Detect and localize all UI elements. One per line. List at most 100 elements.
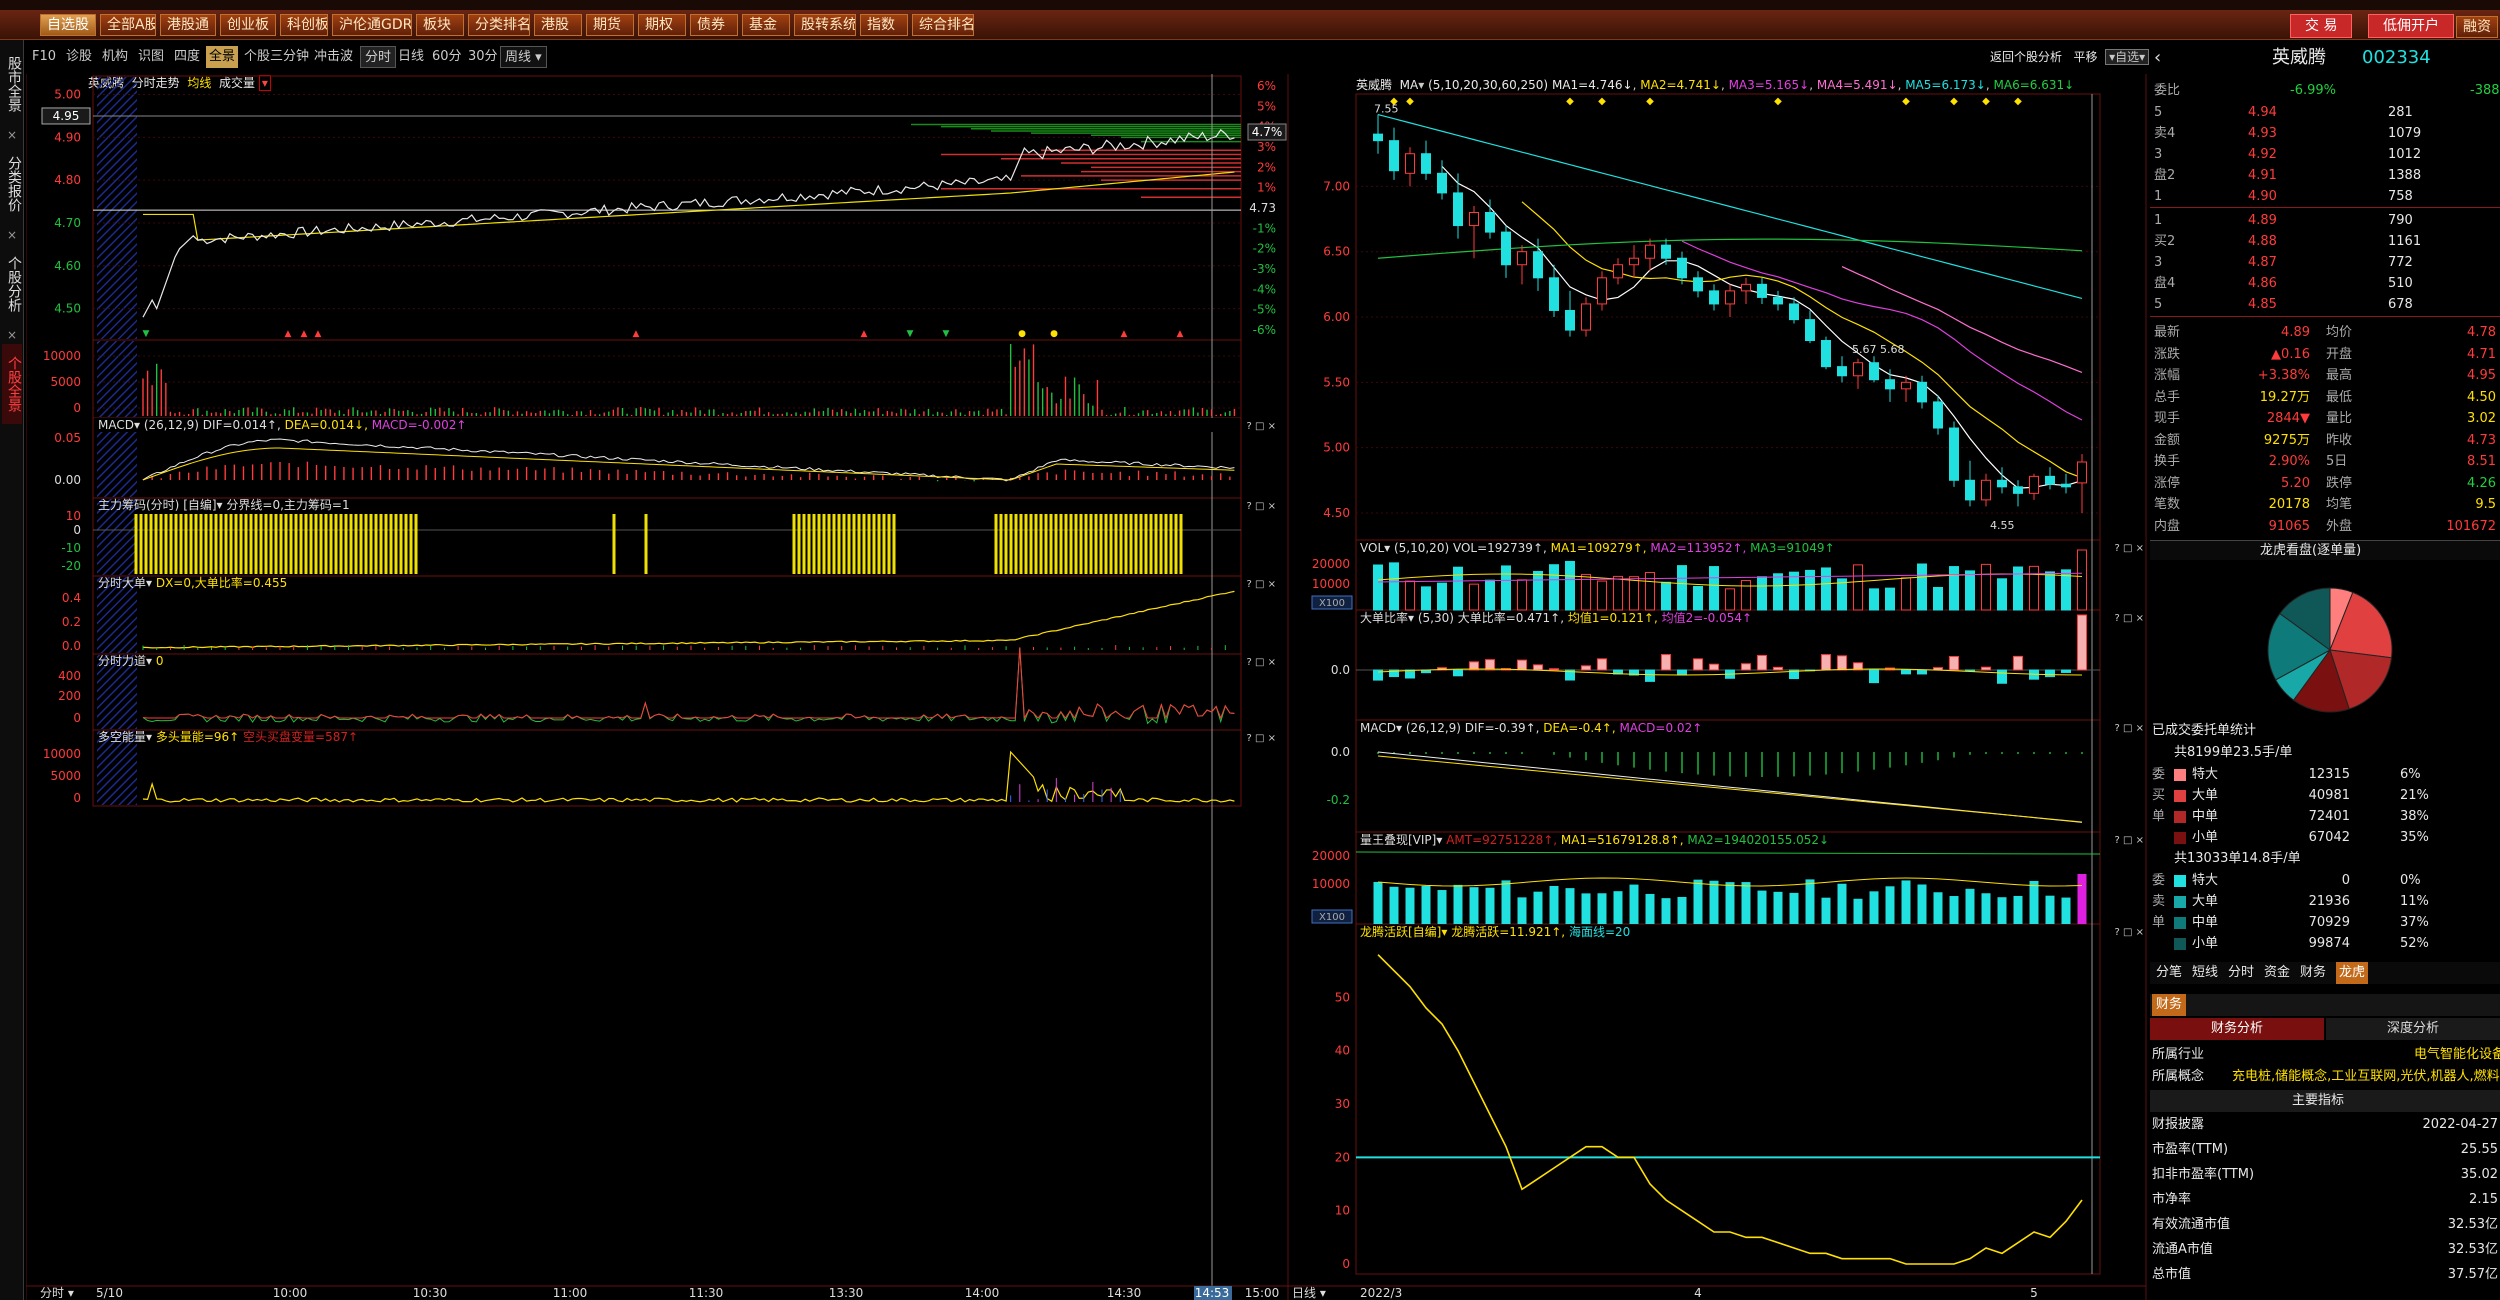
vol-bar bbox=[1789, 571, 1799, 611]
ddbl-bar bbox=[1533, 664, 1543, 671]
tab-diagnose[interactable]: 诊股 bbox=[66, 46, 92, 68]
close-icon[interactable]: × bbox=[5, 128, 19, 142]
vol-bar bbox=[1837, 578, 1847, 611]
toolbar-11[interactable]: 债券 bbox=[690, 14, 738, 36]
watchlist-dropdown[interactable]: ▾自选▾ bbox=[2105, 49, 2150, 65]
back-arrow-icon[interactable]: ‹ bbox=[2154, 46, 2161, 70]
deal-percent: 52% bbox=[2400, 936, 2429, 951]
vol-bar bbox=[1949, 566, 1959, 611]
stat-value: 4.26 bbox=[2467, 475, 2496, 491]
signal-diamond: ◆ bbox=[1406, 96, 1414, 107]
close-icon[interactable]: × bbox=[5, 328, 19, 342]
vol-title-part: MA1=109279↑, bbox=[1551, 541, 1651, 555]
toolbar-2[interactable]: 港股通 bbox=[160, 14, 216, 36]
cur-pct-label: 4.7% bbox=[1252, 125, 1283, 139]
period-weekly[interactable]: 周线 ▾ bbox=[500, 46, 547, 68]
sell-volume: 1079 bbox=[2388, 126, 2422, 141]
toolbar-15[interactable]: 综合排名 bbox=[912, 14, 974, 36]
lwjx-bar bbox=[1581, 893, 1591, 924]
toolbar-8[interactable]: 港股 bbox=[534, 14, 582, 36]
back-button[interactable]: 返回个股分析 bbox=[1990, 50, 2062, 64]
deal-color-swatch bbox=[2174, 938, 2186, 950]
candle-body bbox=[1757, 283, 1767, 298]
sub-tab-1[interactable]: 短线 bbox=[2192, 962, 2218, 984]
tab-finance-analysis[interactable]: 财务分析 bbox=[2150, 1018, 2324, 1040]
sidebar-tab-class[interactable]: 分类报价 bbox=[2, 144, 22, 224]
tab-institution[interactable]: 机构 bbox=[102, 46, 128, 68]
vol-bar bbox=[1933, 586, 1943, 611]
daily-right-title: 返回个股分析 平移 ▾自选▾ bbox=[1990, 48, 2150, 66]
tab-f10[interactable]: F10 bbox=[32, 46, 56, 68]
toolbar-9[interactable]: 期货 bbox=[586, 14, 634, 36]
tab-three-minutes[interactable]: 个股三分钟 bbox=[244, 46, 309, 68]
lwjx-bar bbox=[1389, 886, 1399, 924]
toolbar-7[interactable]: 分类排名 bbox=[468, 14, 530, 36]
deal-percent: 11% bbox=[2400, 894, 2429, 909]
period-daily[interactable]: 日线 bbox=[398, 46, 424, 68]
period-intraday[interactable]: 分时 bbox=[360, 46, 397, 68]
key-indicator-label: 流通A市值 bbox=[2152, 1242, 2213, 1257]
sidebar-tab-stock-analysis[interactable]: 个股分析 bbox=[2, 244, 22, 324]
sub-tab-2[interactable]: 分时 bbox=[2228, 962, 2254, 984]
toolbar-12[interactable]: 基金 bbox=[742, 14, 790, 36]
toolbar-5[interactable]: 沪伦通GDR bbox=[332, 14, 412, 36]
pct-tick: 4.73 bbox=[1249, 201, 1276, 215]
deal-color-swatch bbox=[2174, 811, 2186, 823]
toolbar-10[interactable]: 期权 bbox=[638, 14, 686, 36]
sub-tab-5[interactable]: 龙虎 bbox=[2336, 962, 2369, 984]
signal-mark: ▼ bbox=[943, 329, 950, 339]
toolbar-14[interactable]: 指数 bbox=[860, 14, 908, 36]
panel-controls: ? □ × bbox=[2115, 543, 2145, 554]
margin-button[interactable]: 融资 bbox=[2456, 16, 2498, 38]
lwjx-tick: 20000 bbox=[1312, 849, 1350, 863]
daily-chart[interactable]: 7.006.506.005.505.004.50◆ ◆ ◆ ◆ ◆ ◆ ◆ ◆ ◆ ◆7.555.… bbox=[1290, 74, 2150, 1300]
stat-value: 9.5 bbox=[2475, 497, 2496, 512]
candle-body bbox=[1453, 192, 1463, 227]
toolbar-0[interactable]: 自选股 bbox=[40, 14, 96, 36]
tab-deep-analysis[interactable]: 深度分析 bbox=[2326, 1018, 2500, 1040]
fsld-title-part: 0 bbox=[156, 654, 164, 668]
tab-four-degrees[interactable]: 四度 bbox=[174, 46, 200, 68]
deal-title: 已成交委托单统计 bbox=[2152, 723, 2257, 738]
ddbl-bar bbox=[1741, 663, 1751, 671]
candle-body bbox=[1629, 257, 1639, 266]
candle-body bbox=[1725, 290, 1735, 305]
stat-value: 4.95 bbox=[2467, 368, 2496, 383]
vol-bar bbox=[1437, 582, 1447, 611]
deal-color-swatch bbox=[2174, 832, 2186, 844]
tab-panorama[interactable]: 全景 bbox=[206, 46, 239, 68]
stat-value: 4.71 bbox=[2467, 346, 2496, 362]
tab-impact[interactable]: 冲击波 bbox=[314, 46, 353, 68]
toolbar-4[interactable]: 科创板 bbox=[280, 14, 328, 36]
lwjx-title-part: MA1=51679128.8↑, bbox=[1561, 833, 1687, 847]
lwjx-bar bbox=[1917, 884, 1927, 924]
lwjx-bar bbox=[1757, 890, 1767, 924]
tab-chart-recognize[interactable]: 识图 bbox=[138, 46, 164, 68]
toolbar-3[interactable]: 创业板 bbox=[220, 14, 276, 36]
sub-tab-4[interactable]: 财务 bbox=[2300, 962, 2326, 984]
left-sidebar: 股市全景 × 分类报价 × 个股分析 × 个股全景 bbox=[0, 40, 24, 1300]
period-60min[interactable]: 60分 bbox=[432, 46, 462, 68]
sub-tab-3[interactable]: 资金 bbox=[2264, 962, 2290, 984]
close-icon[interactable]: × bbox=[5, 228, 19, 242]
pan-button[interactable]: 平移 bbox=[2073, 50, 2097, 64]
period-30min[interactable]: 30分 bbox=[468, 46, 498, 68]
candle-body bbox=[1661, 244, 1671, 259]
intraday-chart[interactable]: 5.004.954.904.804.704.604.504.956%5%4%3%… bbox=[26, 74, 1290, 1300]
fsld-title: 分时力道▾ 0 bbox=[98, 654, 163, 668]
toolbar-6[interactable]: 板块 bbox=[416, 14, 464, 36]
ma60-line bbox=[1377, 113, 2083, 300]
vol-bar bbox=[1757, 576, 1767, 611]
ddbl-title-part: 均值2=-0.054↑ bbox=[1662, 610, 1752, 625]
trade-button[interactable]: 交 易 bbox=[2290, 14, 2353, 38]
dmacd-title-part: (26,12,9) bbox=[1406, 721, 1465, 735]
sidebar-tab-market[interactable]: 股市全景 bbox=[2, 44, 22, 124]
open-account-button[interactable]: 低佣开户 bbox=[2368, 14, 2454, 38]
sub-tab-0[interactable]: 分笔 bbox=[2156, 962, 2182, 984]
lwjx-title: 量王叠现[VIP]▾ AMT=92751228↑, MA1=51679128.8… bbox=[1360, 833, 1829, 847]
date-tick: 2022/3 bbox=[1360, 1286, 1402, 1300]
toolbar-1[interactable]: 全部A股 bbox=[100, 14, 156, 36]
toolbar-13[interactable]: 股转系统 bbox=[794, 14, 856, 36]
ddbl-bar bbox=[1485, 659, 1495, 671]
sidebar-tab-stock-panorama[interactable]: 个股全景 bbox=[2, 344, 22, 424]
